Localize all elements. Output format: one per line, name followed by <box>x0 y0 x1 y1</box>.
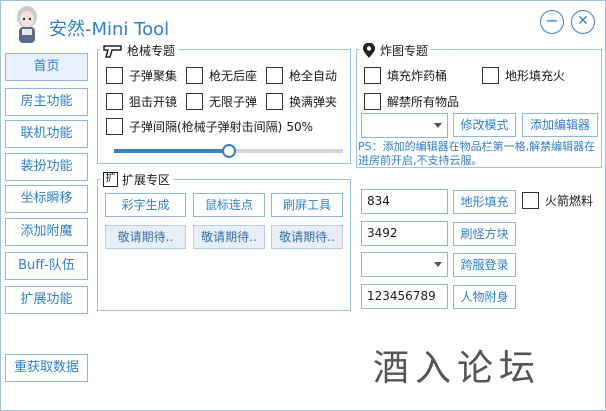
checkbox[interactable] <box>106 118 123 135</box>
interval-value: 50% <box>286 119 314 134</box>
checkbox[interactable] <box>106 67 123 84</box>
terrain-fill-button[interactable]: 地形填充 <box>453 190 516 214</box>
bomb-section-label: 炸图专题 <box>380 44 429 58</box>
extension-icon: 扩 <box>103 172 118 187</box>
option-no-recoil[interactable]: 枪无后座 <box>186 67 257 84</box>
option-terrain-fire[interactable]: 地形填充火 <box>482 67 565 84</box>
gun-section-title: 枪械专题 <box>100 42 179 59</box>
terrain-fill-input[interactable]: 834 <box>361 189 448 214</box>
option-full-auto[interactable]: 枪全自动 <box>266 67 337 84</box>
title-bar[interactable]: 安然-Mini Tool − ✕ <box>1 1 605 47</box>
monster-block-button[interactable]: 刷怪方块 <box>453 222 516 246</box>
checkbox[interactable] <box>482 67 499 84</box>
nav-host[interactable]: 房主功能 <box>5 88 88 116</box>
chevron-down-icon <box>434 262 442 267</box>
ext-section-title: 扩 扩展专区 <box>100 171 174 188</box>
coming-soon-button-1[interactable]: 敬请期待.. <box>105 225 186 249</box>
option-label: 地形填充火 <box>505 69 566 83</box>
checkbox[interactable] <box>186 93 203 110</box>
option-label: 狙击开镜 <box>129 95 178 109</box>
option-full-magazine[interactable]: 换满弹夹 <box>266 93 337 110</box>
option-rocket-fuel[interactable]: 火箭燃料 <box>522 192 593 209</box>
person-id-input[interactable]: 123456789 <box>361 284 448 309</box>
refresh-data-button[interactable]: 重获取数据 <box>5 354 88 382</box>
option-label: 填充炸药桶 <box>387 69 448 83</box>
slider-knob[interactable] <box>221 144 236 158</box>
option-label: 子弹聚集 <box>129 69 178 83</box>
coming-soon-button-3[interactable]: 敬请期待.. <box>271 225 343 249</box>
checkbox[interactable] <box>522 192 539 209</box>
checkbox[interactable] <box>364 67 381 84</box>
modify-mode-button[interactable]: 修改模式 <box>453 113 516 137</box>
option-unlock-items[interactable]: 解禁所有物品 <box>364 93 459 110</box>
option-label: 换满弹夹 <box>289 95 338 109</box>
checkbox[interactable] <box>106 93 123 110</box>
nav-extensions[interactable]: 扩展功能 <box>5 286 88 314</box>
spam-tool-button[interactable]: 刷屏工具 <box>271 193 343 217</box>
nav-enchant[interactable]: 添加附魔 <box>5 218 88 246</box>
close-button[interactable]: ✕ <box>571 10 595 34</box>
interval-slider[interactable] <box>114 144 343 158</box>
color-text-button[interactable]: 彩字生成 <box>105 193 186 217</box>
forum-watermark: 酒入论坛 <box>373 348 542 389</box>
pistol-icon <box>103 44 122 58</box>
nav-dressup[interactable]: 装扮功能 <box>5 153 88 181</box>
editor-note: PS：添加的编辑器在物品栏第一格,解禁编辑器在进房前开启,不支持云服。 <box>358 140 596 167</box>
monster-block-input[interactable]: 3492 <box>361 221 448 246</box>
map-pin-icon <box>363 42 375 58</box>
mouse-clicker-button[interactable]: 鼠标连点 <box>193 193 265 217</box>
option-label: 解禁所有物品 <box>387 95 460 109</box>
option-infinite-ammo[interactable]: 无限子弹 <box>186 93 257 110</box>
minimize-button[interactable]: − <box>540 10 564 34</box>
option-label: 火箭燃料 <box>545 194 594 208</box>
option-label: 枪无后座 <box>209 69 258 83</box>
checkbox[interactable] <box>266 67 283 84</box>
anime-avatar-logo <box>17 6 37 43</box>
nav-home[interactable]: 首页 <box>5 53 88 81</box>
bomb-section-title: 炸图专题 <box>359 42 432 59</box>
checkbox[interactable] <box>186 67 203 84</box>
chevron-down-icon <box>434 123 442 128</box>
server-select[interactable] <box>361 252 448 277</box>
checkbox[interactable] <box>364 93 381 110</box>
nav-online[interactable]: 联机功能 <box>5 120 88 148</box>
option-label: 无限子弹 <box>209 95 258 109</box>
option-fill-explosive[interactable]: 填充炸药桶 <box>364 67 447 84</box>
option-label: 枪全自动 <box>289 69 338 83</box>
gun-section-label: 枪械专题 <box>127 44 176 58</box>
option-bullet-gather[interactable]: 子弹聚集 <box>106 67 177 84</box>
app-window: 安然-Mini Tool − ✕ 首页 房主功能 联机功能 装扮功能 坐标瞬移 … <box>0 0 606 411</box>
option-label: 子弹间隔(枪械子弹射击间隔) <box>129 120 283 134</box>
slider-fill <box>114 149 229 153</box>
checkbox[interactable] <box>266 93 283 110</box>
ext-section-label: 扩展专区 <box>122 173 171 187</box>
option-sniper-scope[interactable]: 狙击开镜 <box>106 93 177 110</box>
option-bullet-interval[interactable]: 子弹间隔(枪械子弹射击间隔) 50% <box>106 118 313 135</box>
app-title: 安然-Mini Tool <box>49 19 170 40</box>
cross-server-login-button[interactable]: 跨服登录 <box>453 253 516 277</box>
possess-person-button[interactable]: 人物附身 <box>453 285 516 309</box>
coming-soon-button-2[interactable]: 敬请期待.. <box>193 225 265 249</box>
nav-teleport[interactable]: 坐标瞬移 <box>5 185 88 213</box>
editor-select[interactable] <box>361 113 448 138</box>
add-editor-button[interactable]: 添加编辑器 <box>522 113 598 137</box>
nav-buff-team[interactable]: Buff-队伍 <box>5 252 88 280</box>
